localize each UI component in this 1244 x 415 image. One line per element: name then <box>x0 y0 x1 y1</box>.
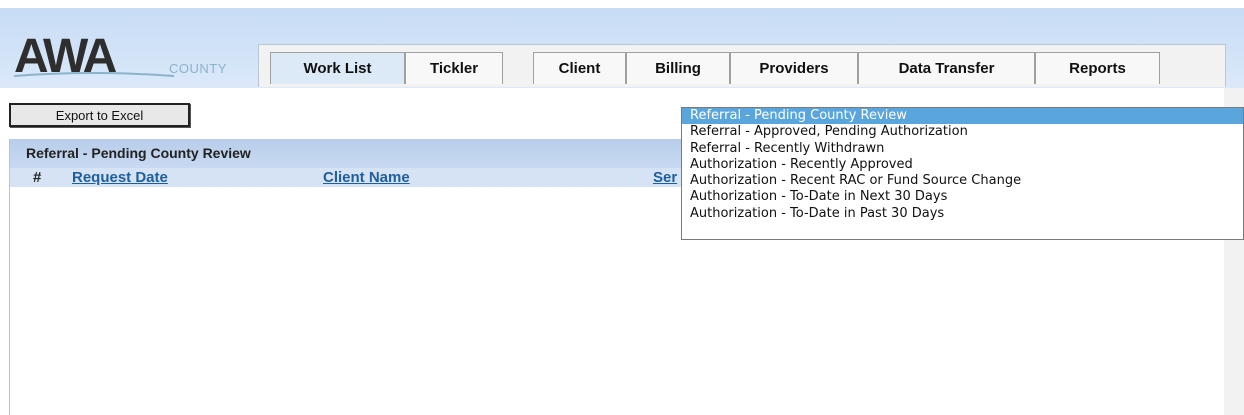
column-header-client-name[interactable]: Client Name <box>323 168 410 187</box>
dropdown-option[interactable]: Referral - Approved, Pending Authorizati… <box>682 124 1243 140</box>
dropdown-option[interactable]: Referral - Pending County Review <box>682 108 1243 125</box>
tab-billing[interactable]: Billing <box>626 52 730 84</box>
tab-data-transfer[interactable]: Data Transfer <box>858 52 1035 84</box>
dropdown-option[interactable]: Authorization - Recent RAC or Fund Sourc… <box>682 173 1243 189</box>
worklist-view-dropdown[interactable]: Referral - Pending County Review Referra… <box>681 107 1244 240</box>
logo-swoosh-icon <box>14 72 174 77</box>
tab-work-list[interactable]: Work List <box>270 52 405 84</box>
top-band <box>0 0 1244 8</box>
tab-providers[interactable]: Providers <box>730 52 858 84</box>
dropdown-option[interactable]: Referral - Recently Withdrawn <box>682 141 1243 157</box>
column-header-number: # <box>33 169 42 186</box>
column-header-service[interactable]: Ser <box>653 168 677 187</box>
export-to-excel-button[interactable]: Export to Excel <box>9 103 190 127</box>
tab-reports[interactable]: Reports <box>1035 52 1160 84</box>
tab-client[interactable]: Client <box>533 52 626 84</box>
dropdown-option[interactable]: Authorization - To-Date in Past 30 Days <box>682 206 1243 222</box>
awa-county-logo: AWA COUNTY <box>14 33 254 81</box>
dropdown-option[interactable]: Authorization - Recently Approved <box>682 157 1243 173</box>
logo-subtext: COUNTY <box>169 61 227 76</box>
tab-tickler[interactable]: Tickler <box>405 52 503 84</box>
column-header-request-date[interactable]: Request Date <box>72 168 168 187</box>
dropdown-option[interactable]: Authorization - To-Date in Next 30 Days <box>682 189 1243 205</box>
